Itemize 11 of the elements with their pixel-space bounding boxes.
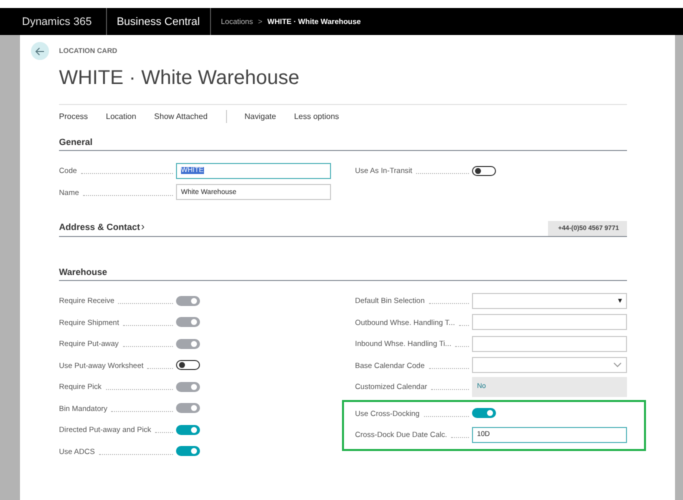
action-menu-item[interactable]: Show Attached: [154, 112, 226, 120]
section-heading[interactable]: General: [59, 127, 627, 151]
action-menu-item[interactable]: Location: [106, 112, 154, 120]
page-title: WHITE · White Warehouse: [59, 67, 300, 91]
dropdown-icon: ▾: [618, 296, 622, 306]
section-heading[interactable]: Address & Contact›: [59, 221, 145, 236]
action-menu-item[interactable]: Less options: [294, 112, 358, 120]
action-menu-item[interactable]: Process: [59, 112, 106, 120]
action-menu-item[interactable]: Navigate: [244, 112, 294, 120]
section-heading[interactable]: Warehouse: [59, 257, 627, 281]
select-field[interactable]: ▾: [472, 292, 627, 309]
